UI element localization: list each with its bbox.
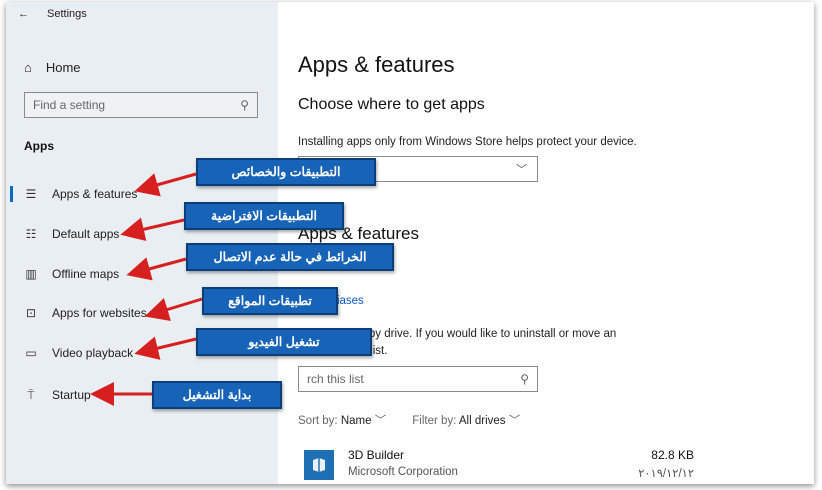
annotation-callout: التطبيقات الافتراضية xyxy=(184,202,344,230)
annotation-callout: التطبيقات والخصائص xyxy=(196,158,376,186)
arrow-4 xyxy=(144,297,203,321)
annotation-callout: تطبيقات المواقع xyxy=(202,287,338,315)
annotation-callout: بداية التشغيل xyxy=(152,381,282,409)
arrow-2 xyxy=(120,217,185,241)
annotation-arrows xyxy=(90,172,203,406)
arrow-5 xyxy=(134,336,197,360)
arrow-3 xyxy=(126,257,187,281)
annotation-callout: الخرائط في حالة عدم الاتصال xyxy=(186,243,394,271)
settings-window: ← Settings ⌂ Home Find a setting ⚲ Apps … xyxy=(6,2,814,484)
annotation-callout: تشغيل الفيديو xyxy=(196,328,372,356)
arrow-1 xyxy=(134,172,197,197)
